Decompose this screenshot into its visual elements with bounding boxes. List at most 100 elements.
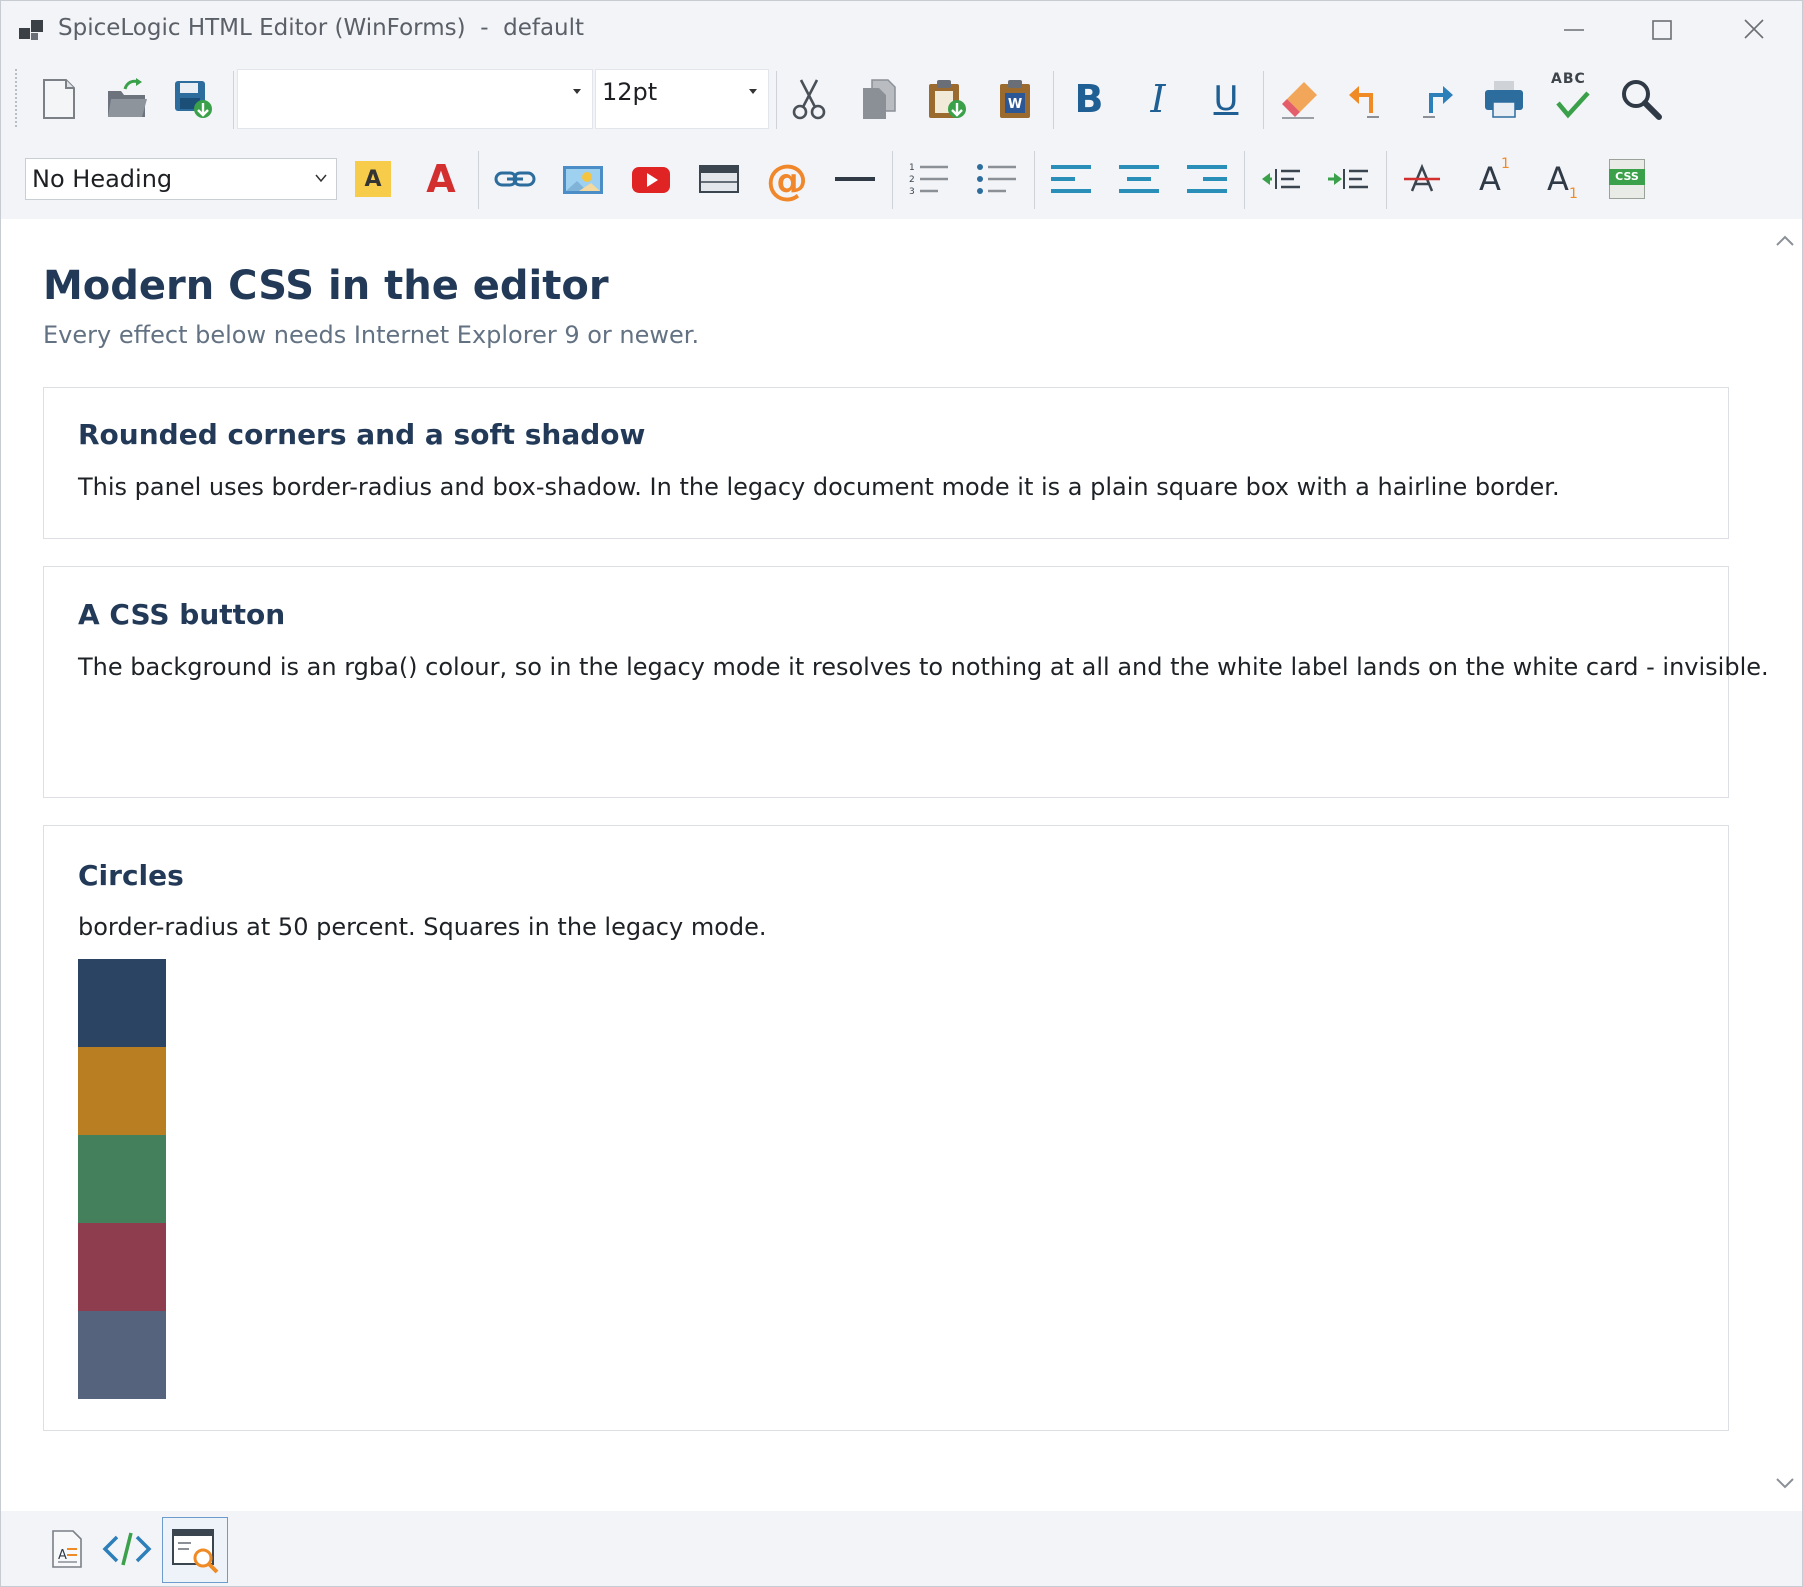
indent-button[interactable]	[1324, 155, 1372, 203]
color-swatch	[78, 959, 166, 1047]
chevron-down-icon	[315, 174, 327, 183]
open-button[interactable]	[103, 75, 151, 123]
print-button[interactable]	[1480, 75, 1528, 123]
maximize-icon	[1652, 20, 1672, 40]
redo-button[interactable]	[1411, 75, 1459, 123]
svg-text:3: 3	[909, 187, 915, 197]
card-circles: Circles border-radius at 50 percent. Squ…	[43, 825, 1729, 1431]
minimize-icon	[1564, 29, 1584, 31]
link-icon	[494, 171, 536, 187]
color-swatch	[78, 1047, 166, 1135]
css-demo-button[interactable]	[78, 707, 278, 757]
underline-button[interactable]: U	[1202, 75, 1250, 123]
source-view-icon	[102, 1532, 152, 1566]
toolbar-separator	[776, 71, 777, 129]
color-swatch	[78, 1311, 166, 1399]
copy-button[interactable]	[855, 75, 903, 123]
search-icon	[1622, 80, 1662, 120]
cut-button[interactable]	[785, 75, 833, 123]
numbered-list-button[interactable]: 1 2 3	[904, 155, 952, 203]
maximize-button[interactable]	[1641, 11, 1681, 49]
email-button[interactable]: @	[763, 154, 811, 204]
toolbar-separator	[478, 151, 479, 209]
paste-from-word-button[interactable]: W	[991, 75, 1039, 123]
superscript-label: A	[1479, 160, 1501, 198]
bullet-list-icon	[977, 164, 1016, 194]
svg-text:W: W	[1008, 97, 1022, 112]
underline-icon: U	[1213, 79, 1239, 119]
italic-button[interactable]: I	[1134, 75, 1182, 123]
paste-button[interactable]	[923, 75, 971, 123]
format-toolbar: No Heading A A @ 1 2 3 A 1 A 1 CSS	[1, 139, 1802, 219]
source-view-tab[interactable]	[95, 1517, 159, 1581]
superscript-mark: 1	[1500, 156, 1510, 172]
subscript-icon: A1	[1547, 160, 1578, 202]
image-button[interactable]	[559, 155, 607, 203]
align-right-button[interactable]	[1183, 155, 1231, 203]
subscript-button[interactable]: A1	[1534, 155, 1582, 203]
insert-table-button[interactable]	[695, 155, 743, 203]
bold-button[interactable]: B	[1065, 75, 1113, 123]
subscript-label: A	[1547, 160, 1569, 198]
card-css-button: A CSS button The background is an rgba()…	[43, 566, 1769, 798]
svg-text:A: A	[58, 1548, 67, 1563]
view-mode-bar: A	[1, 1511, 1802, 1586]
table-icon	[699, 165, 739, 193]
horizontal-rule-button[interactable]	[831, 155, 879, 203]
strikethrough-button[interactable]	[1398, 155, 1446, 203]
paste-icon	[929, 80, 966, 118]
toolbar-separator	[1053, 71, 1054, 129]
save-icon	[175, 81, 212, 118]
font-color-button[interactable]: A	[417, 155, 465, 203]
card-text: The background is an rgba() colour, so i…	[78, 653, 1769, 681]
card-rounded-corners: Rounded corners and a soft shadow This p…	[43, 387, 1729, 539]
clear-format-button[interactable]	[1276, 75, 1324, 123]
svg-text:2: 2	[909, 175, 915, 185]
scroll-up-button[interactable]	[1773, 229, 1797, 253]
superscript-button[interactable]: A1	[1466, 155, 1514, 203]
new-document-button[interactable]	[35, 75, 83, 123]
outdent-button[interactable]	[1256, 155, 1304, 203]
search-button[interactable]	[1617, 75, 1665, 123]
scroll-down-button[interactable]	[1773, 1471, 1797, 1495]
font-size-combo[interactable]: 12pt	[595, 69, 769, 129]
highlight-label: A	[364, 166, 382, 192]
close-button[interactable]	[1734, 11, 1774, 49]
close-icon	[1744, 19, 1764, 39]
save-button[interactable]	[169, 75, 217, 123]
new-document-icon	[43, 79, 75, 119]
font-family-combo[interactable]	[237, 69, 593, 129]
app-icon	[19, 20, 43, 40]
document-title: Modern CSS in the editor	[43, 263, 609, 309]
minimize-button[interactable]	[1554, 11, 1594, 49]
youtube-icon	[632, 167, 670, 193]
toolbar-separator	[233, 71, 234, 129]
css-button[interactable]: CSS	[1603, 155, 1651, 203]
highlight-button[interactable]: A	[349, 155, 397, 203]
align-right-icon	[1187, 165, 1227, 193]
design-view-tab[interactable]: A	[35, 1517, 99, 1581]
bullet-list-button[interactable]	[972, 155, 1020, 203]
undo-icon	[1349, 86, 1379, 118]
link-button[interactable]	[491, 155, 539, 203]
align-left-icon	[1051, 165, 1091, 193]
css-label: CSS	[1609, 169, 1645, 185]
dropdown-arrow-icon	[749, 89, 757, 94]
title-bar: SpiceLogic HTML Editor (WinForms) - defa…	[1, 1, 1802, 59]
toolbar-grip[interactable]	[15, 69, 17, 129]
preview-tab[interactable]	[162, 1517, 228, 1583]
align-left-button[interactable]	[1047, 155, 1095, 203]
spellcheck-button[interactable]: ABC	[1548, 71, 1596, 123]
email-icon: @	[766, 154, 808, 204]
undo-button[interactable]	[1343, 75, 1391, 123]
image-icon	[563, 166, 603, 194]
editor-content[interactable]: Modern CSS in the editor Every effect be…	[1, 219, 1769, 1511]
horizontal-rule-icon	[835, 177, 875, 181]
bold-icon: B	[1074, 77, 1104, 121]
css-icon: CSS	[1609, 159, 1645, 199]
youtube-button[interactable]	[627, 155, 675, 203]
align-center-button[interactable]	[1115, 155, 1163, 203]
heading-combo[interactable]: No Heading	[25, 158, 337, 200]
design-view-icon: A	[52, 1530, 82, 1568]
card-text: This panel uses border-radius and box-sh…	[78, 473, 1560, 501]
